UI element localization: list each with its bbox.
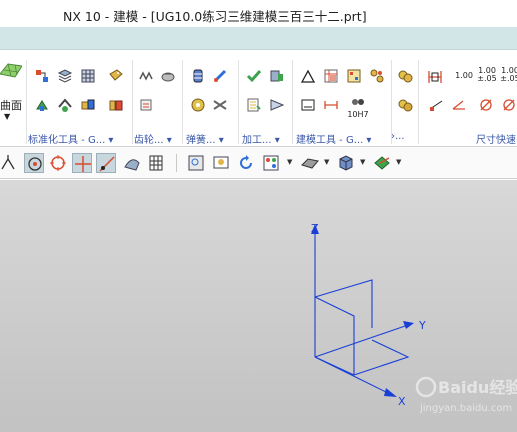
intersection-point-icon[interactable]: [72, 153, 92, 173]
group-label-machining[interactable]: 加工... ▾: [242, 131, 280, 146]
material-icon[interactable]: [397, 68, 413, 84]
radius-icon[interactable]: [501, 97, 517, 113]
group-divider: [132, 60, 133, 144]
machining-part-icon[interactable]: [269, 68, 285, 84]
x-axis-label: X: [398, 395, 406, 408]
render-style-icon[interactable]: [300, 153, 320, 173]
table-grid-icon[interactable]: [80, 68, 96, 84]
group-divider: [238, 60, 239, 144]
edit-section-icon[interactable]: [372, 153, 392, 173]
part-nav-icon[interactable]: [34, 68, 50, 84]
diameter-icon[interactable]: [478, 97, 494, 113]
xy-plane-edge: [314, 356, 355, 376]
window-title: NX 10 - 建模 - [UG10.0练习三维建模三百三十二.prt]: [63, 9, 367, 24]
chevron-down-icon[interactable]: ▼: [360, 158, 365, 166]
rapid-dimension-icon[interactable]: [425, 67, 445, 87]
center-point-icon[interactable]: [24, 153, 44, 173]
y-axis-arrow: [403, 321, 414, 329]
dimension-tool-icon[interactable]: [428, 97, 444, 113]
rotate-icon[interactable]: [236, 153, 256, 173]
display-mode-icon[interactable]: [336, 153, 356, 173]
compression-spring-icon[interactable]: [212, 68, 228, 84]
layers-icon[interactable]: [57, 68, 73, 84]
group-divider: [292, 60, 293, 144]
ribbon: 曲面 ▼ 标准化工具 - G... ▾ 齿轮... ▾ 弹簧... ▾ 加工..…: [0, 50, 517, 147]
graphics-window[interactable]: Z Y X Baidu经验 jingyan.baidu.com: [0, 180, 517, 432]
zoom-fit-icon[interactable]: [186, 153, 206, 173]
library-icon[interactable]: [108, 97, 124, 113]
dimension-icon[interactable]: [323, 97, 339, 113]
surface-tool-label: 曲面: [0, 99, 22, 112]
assembly-icon[interactable]: [57, 97, 73, 113]
gear-modeling-icon[interactable]: [138, 68, 154, 84]
group-divider: [26, 60, 27, 144]
feature-icon[interactable]: [269, 97, 285, 113]
group-label-springs[interactable]: 弹簧... ▾: [186, 131, 224, 146]
group-divider: [418, 60, 419, 144]
x-axis-arrow: [384, 388, 397, 397]
title-bar: NX 10 - 建模 - [UG10.0练习三维建模三百三十二.prt]: [0, 0, 517, 27]
paw-logo-icon: [415, 376, 437, 398]
surface-icon[interactable]: [0, 60, 22, 82]
gear-table-icon[interactable]: [138, 97, 154, 113]
snap-point-icon[interactable]: [0, 153, 20, 173]
bolts-icon[interactable]: [369, 68, 385, 84]
group-label-modeling-tools[interactable]: 建模工具 - G... ▾: [296, 131, 371, 146]
disc-spring-icon[interactable]: [190, 97, 206, 113]
group-divider: [182, 60, 183, 144]
quadrant-point-icon[interactable]: [48, 153, 68, 173]
cylindrical-gear-icon[interactable]: [160, 68, 176, 84]
yz-plane-outline: [314, 279, 373, 328]
group-label-more[interactable]: ›...: [391, 131, 405, 142]
chevron-down-icon[interactable]: ▼: [324, 158, 329, 166]
y-axis-label: Y: [418, 319, 426, 332]
tag-icon[interactable]: [108, 68, 124, 84]
drill-list-icon[interactable]: [246, 97, 262, 113]
value-label: 1.00: [455, 71, 473, 80]
grid-icon[interactable]: [146, 153, 166, 173]
spring-tool-icon[interactable]: [212, 97, 228, 113]
angular-dimension-icon[interactable]: [451, 97, 467, 113]
component-icon[interactable]: [80, 97, 96, 113]
spreadsheet-icon[interactable]: [323, 68, 339, 84]
check-icon[interactable]: [246, 68, 262, 84]
z-axis-label: Z: [311, 222, 319, 235]
tolerance-label: ±.05: [500, 74, 517, 83]
point-on-face-icon[interactable]: [122, 153, 142, 173]
group-label-standard-tools[interactable]: 标准化工具 - G... ▾: [28, 131, 113, 146]
triangle-icon[interactable]: [300, 68, 316, 84]
orient-view-icon[interactable]: [261, 153, 281, 173]
tolerance-icon[interactable]: [350, 94, 366, 110]
point-on-curve-icon[interactable]: [96, 153, 116, 173]
chevron-down-icon[interactable]: ▼: [4, 112, 10, 121]
material-library-icon[interactable]: [397, 97, 413, 113]
fastener-icon[interactable]: [34, 97, 50, 113]
wcs-triad: Z Y X Baidu经验 jingyan.baidu.com: [311, 222, 517, 414]
tolerance-label: ±.05: [477, 74, 497, 83]
chevron-down-icon[interactable]: ▼: [396, 158, 401, 166]
view-toolbar: ▼ ▼ ▼ ▼: [0, 147, 517, 179]
group-label-gears[interactable]: 齿轮... ▾: [134, 131, 172, 146]
baidu-watermark: Baidu经验 jingyan.baidu.com: [415, 376, 517, 414]
xz-plane-outline: [314, 296, 355, 375]
fit-label-10h7: 10H7: [347, 110, 369, 119]
y-axis-line: [314, 324, 409, 358]
toolbar-divider: [176, 154, 177, 172]
watermark-brand: Baidu经验: [438, 378, 517, 397]
parts-list-icon[interactable]: [346, 68, 362, 84]
xy-plane-outline: [353, 339, 410, 376]
drawing-icon[interactable]: [300, 97, 316, 113]
view-zoom-icon[interactable]: [211, 153, 231, 173]
chevron-down-icon[interactable]: ▼: [287, 158, 292, 166]
spring-icon[interactable]: [190, 68, 206, 84]
ribbon-tab-strip: [0, 27, 517, 50]
watermark-url: jingyan.baidu.com: [419, 403, 512, 414]
group-label-rapid-dimension[interactable]: 尺寸快速: [476, 131, 516, 146]
